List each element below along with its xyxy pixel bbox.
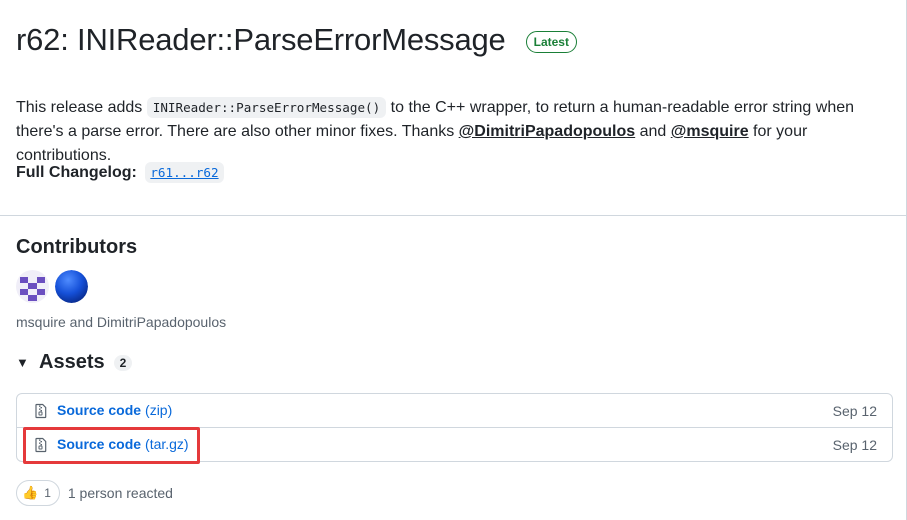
changelog-compare-link[interactable]: r61...r62: [145, 162, 224, 183]
asset-item-zip[interactable]: Source code (zip) Sep 12: [17, 394, 892, 428]
section-divider: [0, 215, 907, 216]
description-text: and: [635, 123, 671, 140]
description-text: This release adds: [16, 99, 147, 116]
inline-code: INIReader::ParseErrorMessage(): [146, 97, 387, 118]
asset-date: Sep 12: [832, 402, 877, 419]
reaction-summary: 1 person reacted: [67, 485, 173, 501]
changelog-label: Full Changelog:: [16, 164, 137, 181]
asset-extension: (zip): [145, 401, 173, 418]
mention-msquire-link[interactable]: @msquire: [671, 123, 749, 140]
identicon-avatar-icon: [16, 270, 49, 303]
release-header: r62: INIReader::ParseErrorMessage Latest: [16, 22, 577, 58]
contributor-names: msquire and DimitriPapadopoulos: [16, 314, 227, 330]
mention-dimitri-link[interactable]: @DimitriPapadopoulos: [459, 123, 636, 140]
contributor-avatars: [16, 270, 88, 303]
highlight-annotation: [23, 427, 200, 464]
reactions-bar: 👍 1 1 person reacted: [16, 480, 173, 506]
avatar-msquire[interactable]: [16, 270, 49, 303]
assets-count-badge: 2: [113, 354, 133, 371]
assets-heading: Assets: [39, 351, 105, 373]
assets-toggle[interactable]: ▼ Assets 2: [16, 351, 133, 374]
asset-name: Source code: [57, 401, 142, 418]
release-title[interactable]: r62: INIReader::ParseErrorMessage: [16, 22, 506, 58]
latest-badge: Latest: [525, 31, 577, 53]
contributors-heading: Contributors: [16, 236, 138, 258]
full-changelog: Full Changelog: r61...r62: [16, 161, 224, 185]
release-description: This release adds INIReader::ParseErrorM…: [16, 96, 896, 168]
caret-down-icon: ▼: [16, 355, 29, 370]
avatar-dimitri[interactable]: [55, 270, 88, 303]
asset-link-zip[interactable]: Source code (zip): [57, 402, 172, 420]
reaction-count: 1: [44, 486, 51, 500]
blue-sphere-avatar-icon: [55, 270, 88, 303]
asset-date: Sep 12: [832, 437, 877, 453]
file-zip-icon: [35, 403, 47, 418]
thumbs-up-reaction-button[interactable]: 👍 1: [16, 480, 60, 506]
release-card: r62: INIReader::ParseErrorMessage Latest…: [0, 0, 907, 520]
thumbs-up-icon: 👍: [22, 485, 39, 500]
